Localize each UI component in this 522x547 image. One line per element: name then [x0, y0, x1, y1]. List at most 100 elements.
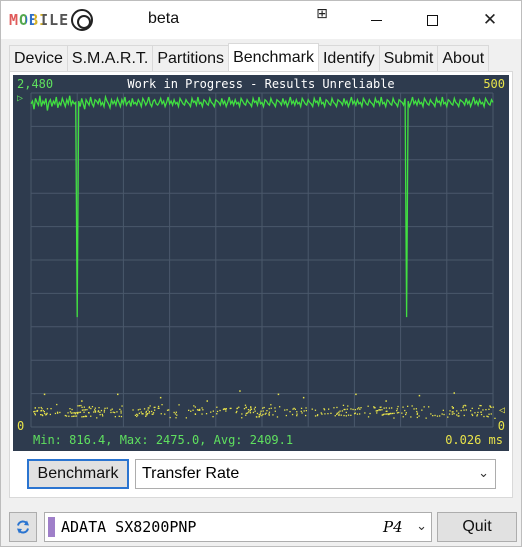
- access-time-point: [249, 410, 251, 412]
- access-time-point: [274, 410, 276, 412]
- maximize-button[interactable]: [409, 1, 455, 39]
- access-time-point: [41, 408, 43, 410]
- access-time-point: [356, 408, 359, 410]
- access-time-point: [289, 411, 291, 413]
- access-time-point: [393, 417, 395, 419]
- access-time-point: [270, 407, 272, 409]
- access-time-point: [328, 408, 330, 410]
- access-time-point: [96, 417, 98, 419]
- refresh-button[interactable]: [9, 512, 37, 542]
- access-time-point: [474, 412, 476, 414]
- access-time-point: [72, 412, 74, 414]
- app-logo: MOBILE: [9, 7, 94, 33]
- access-time-point: [463, 409, 465, 411]
- close-button[interactable]: ✕: [467, 1, 513, 39]
- access-time-point: [333, 407, 335, 409]
- access-time-point: [75, 415, 78, 417]
- tab-benchmark[interactable]: Benchmark: [228, 43, 319, 71]
- access-time-point: [418, 415, 420, 417]
- access-time-point: [241, 417, 243, 419]
- access-time-point: [380, 406, 382, 408]
- access-time-point: [216, 410, 219, 413]
- access-time-point: [145, 415, 147, 417]
- access-time-point: [401, 412, 403, 414]
- access-time-point: [154, 406, 156, 408]
- access-time-point: [199, 409, 201, 411]
- access-time-point: [83, 406, 85, 408]
- access-time-point: [99, 414, 101, 416]
- drive-name: ADATA SX8200PNP: [61, 518, 197, 536]
- access-time-point: [388, 407, 391, 409]
- access-time-point: [443, 413, 445, 416]
- access-time-point: [65, 415, 68, 417]
- access-time-point: [479, 404, 481, 407]
- benchmark-button[interactable]: Benchmark: [27, 459, 129, 489]
- access-time-point: [120, 410, 122, 412]
- drive-color-swatch: [48, 517, 55, 537]
- access-time-point: [78, 411, 80, 414]
- access-time-point: [111, 408, 113, 410]
- access-time-point: [74, 413, 77, 415]
- access-time-point: [224, 408, 226, 410]
- access-time-point: [88, 412, 90, 414]
- access-time-point: [296, 415, 298, 417]
- access-time-point: [91, 406, 94, 408]
- access-time-point: [359, 408, 361, 410]
- tab-partitions[interactable]: Partitions: [152, 45, 230, 71]
- transfer-axis-min: 0: [17, 419, 25, 433]
- access-time-point: [279, 406, 281, 408]
- minimize-button[interactable]: [353, 1, 399, 39]
- access-time-point: [384, 413, 386, 415]
- access-time-point: [284, 409, 286, 411]
- benchmark-mode-select[interactable]: Transfer Rate ⌄: [135, 459, 496, 489]
- minimize-icon: [370, 19, 382, 21]
- access-time-point: [347, 405, 349, 407]
- access-time-point: [451, 413, 453, 415]
- access-time-point: [436, 415, 439, 417]
- access-time-point: [151, 410, 153, 413]
- access-time-point: [476, 414, 479, 416]
- access-time-point: [344, 408, 346, 411]
- access-time-point: [197, 409, 199, 411]
- access-time-point: [93, 411, 95, 413]
- access-time-point: [263, 406, 265, 409]
- access-time-point: [448, 413, 451, 415]
- access-time-point: [67, 412, 69, 414]
- access-time-point: [118, 415, 120, 417]
- access-time-point: [350, 414, 352, 416]
- access-time-point: [69, 408, 71, 410]
- tab-about[interactable]: About: [437, 45, 490, 71]
- drive-port: P4: [383, 518, 403, 536]
- chevron-down-icon: ⌄: [478, 466, 489, 481]
- access-time-point: [376, 410, 379, 412]
- quit-button[interactable]: Quit: [437, 512, 517, 542]
- access-time-point: [478, 407, 480, 410]
- tab-device[interactable]: Device: [9, 45, 68, 71]
- access-time-point: [439, 415, 441, 417]
- access-time-point: [470, 410, 472, 412]
- access-time-point: [103, 411, 105, 413]
- tab-submit[interactable]: Submit: [378, 45, 439, 71]
- access-cursor-icon: ◁: [498, 405, 505, 416]
- access-time-point: [74, 415, 76, 417]
- access-time-point: [225, 408, 227, 410]
- drive-select[interactable]: ADATA SX8200PNP P4 ⌄: [44, 512, 432, 542]
- access-time-point: [492, 406, 494, 408]
- access-time-point: [154, 409, 156, 411]
- access-time-point: [305, 410, 307, 412]
- access-time-point: [323, 409, 326, 411]
- access-time-point: [69, 411, 72, 413]
- access-time-point: [148, 412, 150, 414]
- access-time-point: [272, 414, 274, 416]
- tab-smart[interactable]: S.M.A.R.T.: [66, 45, 154, 71]
- pin-icon[interactable]: ⊞: [305, 0, 339, 33]
- access-time-point: [396, 408, 398, 410]
- access-time-point: [201, 413, 203, 415]
- access-time-point: [149, 405, 151, 407]
- access-time-point: [317, 414, 319, 416]
- access-time-outlier: [277, 393, 280, 396]
- access-time-point: [137, 409, 139, 411]
- tab-identify[interactable]: Identify: [317, 45, 380, 71]
- access-time-point: [465, 409, 467, 411]
- access-time-point: [434, 414, 436, 417]
